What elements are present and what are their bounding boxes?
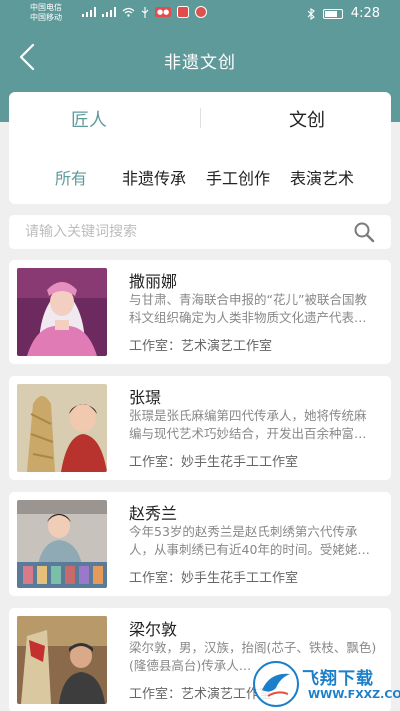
artisan-photo xyxy=(17,268,107,356)
search-icon[interactable] xyxy=(353,221,375,243)
watermark-logo-icon xyxy=(253,661,299,707)
status-time: 4:28 xyxy=(350,6,380,21)
artisan-card[interactable]: 赵秀兰 今年53岁的赵秀兰是赵氏刺绣第六代传承人，从事刺绣已有近40年的时间。受… xyxy=(9,492,391,596)
wifi-icon xyxy=(122,7,135,17)
bluetooth-icon xyxy=(307,7,315,20)
battery-icon xyxy=(322,8,343,19)
search-bar xyxy=(9,215,391,249)
nav-bar: 非遗文创 xyxy=(0,36,400,80)
artisan-studio: 工作室：艺术演艺工作室 xyxy=(129,339,273,354)
artisan-description: 今年53岁的赵秀兰是赵氏刺绣第六代传承人，从事刺绣已有近40年的时间。受姥姥… xyxy=(129,524,370,557)
watermark-url: WWW.FXXZ.COM xyxy=(308,688,400,701)
artisan-card[interactable]: 撒丽娜 与甘肃、青海联合申报的“花儿”被联合国教科文组织确定为人类非物质文化遗产… xyxy=(9,260,391,364)
tab-artisans[interactable]: 匠人 xyxy=(71,106,107,132)
notification-badge-icon: ●● xyxy=(155,7,172,17)
artisan-name: 赵秀兰 xyxy=(129,504,178,523)
category-all[interactable]: 所有 xyxy=(55,165,87,189)
carrier-1: 中国电信 xyxy=(30,3,62,12)
carrier-labels: 中国电信 中国移动 xyxy=(30,3,62,23)
artisan-photo xyxy=(17,500,107,588)
artisan-name: 撒丽娜 xyxy=(129,272,178,291)
artisan-studio: 工作室：妙手生花手工工作室 xyxy=(129,455,299,470)
artisan-card[interactable]: 张璟 张璟是张氏麻编第四代传承人，她将传统麻编与现代艺术巧妙结合，开发出百余种富… xyxy=(9,376,391,480)
status-bar: 中国电信 中国移动 ●● 4:28 xyxy=(0,0,400,28)
artisan-studio: 工作室：妙手生花手工工作室 xyxy=(129,571,299,586)
status-icons: ●● xyxy=(82,6,208,18)
tab-divider xyxy=(200,108,201,128)
artisan-photo xyxy=(17,384,107,472)
artisan-photo xyxy=(17,616,107,704)
artisan-name: 张璟 xyxy=(129,388,162,407)
usb-icon xyxy=(141,6,149,18)
carrier-2: 中国移动 xyxy=(30,13,62,22)
artisan-description: 张璟是张氏麻编第四代传承人，她将传统麻编与现代艺术巧妙结合，开发出百余种富… xyxy=(129,408,367,441)
tab-card: 匠人 文创 所有 非遗传承 手工创作 表演艺术 xyxy=(9,92,391,204)
app-notification-icon xyxy=(177,6,190,18)
signal-icon xyxy=(82,7,96,17)
artisan-description: 与甘肃、青海联合申报的“花儿”被联合国教科文组织确定为人类非物质文化遗产代表… xyxy=(129,292,367,325)
signal-icon-2 xyxy=(102,7,116,17)
status-right: 4:28 xyxy=(307,6,380,21)
search-input[interactable] xyxy=(25,221,345,243)
app-notification-icon-2 xyxy=(195,6,208,18)
category-handcraft[interactable]: 手工创作 xyxy=(206,165,270,189)
category-performance[interactable]: 表演艺术 xyxy=(290,165,354,189)
page-title: 非遗文创 xyxy=(164,53,236,73)
category-heritage[interactable]: 非遗传承 xyxy=(122,165,186,189)
watermark: 飞翔下载 WWW.FXXZ.COM xyxy=(250,656,400,711)
tab-creative[interactable]: 文创 xyxy=(289,106,325,132)
watermark-text: 飞翔下载 xyxy=(302,669,374,689)
artisan-name: 梁尔敦 xyxy=(129,620,178,639)
